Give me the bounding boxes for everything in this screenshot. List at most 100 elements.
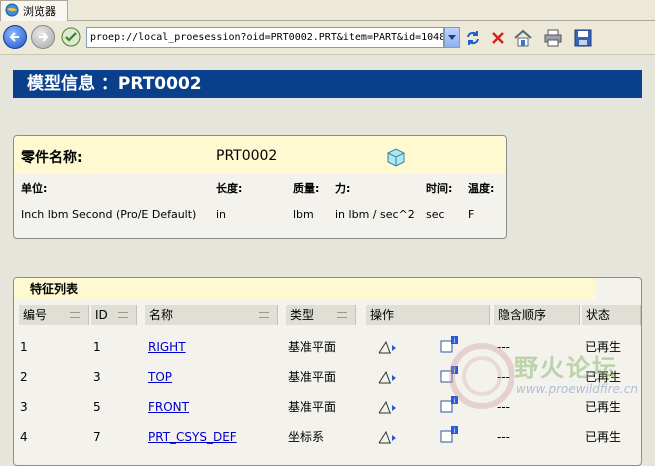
table-row: 1 1 RIGHT 基准平面 i --- 已再生 bbox=[14, 332, 641, 362]
edit-feature-icon[interactable] bbox=[378, 340, 398, 357]
table-row: 2 3 TOP 基准平面 i --- 已再生 bbox=[14, 362, 641, 392]
info-feature-icon[interactable]: i bbox=[440, 366, 460, 387]
arrow-left-icon bbox=[9, 32, 19, 42]
address-input[interactable]: proep://local_proesession?oid=PRT0002.PR… bbox=[86, 27, 444, 48]
row-order: --- bbox=[497, 340, 510, 354]
feature-link-prt-csys-def[interactable]: PRT_CSYS_DEF bbox=[148, 422, 237, 452]
row-status: 已再生 bbox=[585, 340, 622, 354]
row-type: 基准平面 bbox=[288, 370, 337, 384]
force-value: in lbm / sec^2 bbox=[335, 208, 415, 221]
edit-feature-icon[interactable] bbox=[378, 430, 398, 447]
force-header: 力: bbox=[335, 182, 351, 195]
reload-icon bbox=[467, 31, 479, 45]
row-order: --- bbox=[497, 430, 510, 444]
col-header-id[interactable]: ID bbox=[91, 305, 137, 325]
sort-handle-icon bbox=[70, 312, 80, 318]
stop-button[interactable] bbox=[487, 27, 509, 49]
svg-text:i: i bbox=[454, 427, 456, 435]
col-header-number-label: 编号 bbox=[23, 308, 48, 322]
unit-value: Inch lbm Second (Pro/E Default) bbox=[21, 208, 197, 221]
row-status: 已再生 bbox=[585, 430, 622, 444]
home-button[interactable] bbox=[512, 27, 534, 49]
printer-icon bbox=[544, 29, 562, 47]
length-header: 长度: bbox=[216, 182, 243, 195]
row-type: 坐标系 bbox=[288, 430, 325, 444]
part-cube-icon[interactable] bbox=[386, 147, 406, 170]
mass-header: 质量: bbox=[293, 182, 320, 195]
feature-list-title: 特征列表 bbox=[14, 278, 596, 300]
svg-text:i: i bbox=[454, 397, 456, 405]
arrow-right-icon bbox=[39, 32, 49, 42]
close-icon bbox=[492, 32, 504, 44]
col-header-name[interactable]: 名称 bbox=[145, 305, 278, 325]
browser-tab[interactable]: 浏览器 bbox=[0, 0, 68, 21]
feature-link-right[interactable]: RIGHT bbox=[148, 332, 186, 362]
part-info-panel: 零件名称: PRT0002 单位: 长度: 质量: 力: 时间: 温度: Inc… bbox=[13, 135, 507, 239]
col-header-suppress-order-label: 隐含顺序 bbox=[498, 308, 547, 322]
floppy-disk-icon bbox=[574, 29, 592, 47]
row-id: 1 bbox=[93, 340, 101, 354]
page-title: 模型信息 ：PRT0002 bbox=[13, 70, 642, 98]
part-header: 零件名称: PRT0002 bbox=[14, 136, 506, 174]
part-name-label: 零件名称: bbox=[21, 150, 83, 166]
part-name-value: PRT0002 bbox=[216, 148, 278, 164]
edit-feature-icon[interactable] bbox=[378, 370, 398, 387]
time-header: 时间: bbox=[426, 182, 453, 195]
row-number: 3 bbox=[20, 400, 28, 414]
length-value: in bbox=[216, 208, 227, 221]
feature-link-front[interactable]: FRONT bbox=[148, 392, 189, 422]
reload-button[interactable] bbox=[462, 27, 484, 49]
col-header-type[interactable]: 类型 bbox=[286, 305, 356, 325]
browser-toolbar: proep://local_proesession?oid=PRT0002.PR… bbox=[0, 21, 655, 55]
address-dropdown-button[interactable] bbox=[444, 27, 460, 48]
row-type: 基准平面 bbox=[288, 400, 337, 414]
browser-tab-bar: 浏览器 bbox=[0, 0, 655, 21]
col-header-ops[interactable]: 操作 bbox=[366, 305, 490, 325]
info-feature-icon[interactable]: i bbox=[440, 396, 460, 417]
row-id: 5 bbox=[93, 400, 101, 414]
svg-text:i: i bbox=[454, 337, 456, 345]
back-button[interactable] bbox=[3, 25, 27, 49]
table-row: 3 5 FRONT 基准平面 i --- 已再生 bbox=[14, 392, 641, 422]
col-header-name-label: 名称 bbox=[149, 308, 174, 322]
svg-text:i: i bbox=[454, 367, 456, 375]
col-header-ops-label: 操作 bbox=[370, 308, 395, 322]
save-button[interactable] bbox=[572, 27, 594, 49]
info-feature-icon[interactable]: i bbox=[440, 426, 460, 447]
go-home-button[interactable] bbox=[60, 26, 82, 48]
col-header-type-label: 类型 bbox=[290, 308, 315, 322]
browser-globe-icon bbox=[5, 3, 19, 20]
page-content: 模型信息 ：PRT0002 零件名称: PRT0002 单位: 长度: 质量: … bbox=[0, 56, 655, 466]
row-number: 1 bbox=[20, 340, 28, 354]
chevron-down-icon bbox=[448, 34, 456, 40]
col-header-suppress-order[interactable]: 隐含顺序 bbox=[494, 305, 580, 325]
print-button[interactable] bbox=[542, 27, 564, 49]
sort-handle-icon bbox=[118, 312, 128, 318]
row-number: 2 bbox=[20, 370, 28, 384]
refresh-check-icon bbox=[61, 27, 81, 47]
col-header-number[interactable]: 编号 bbox=[19, 305, 89, 325]
table-row: 4 7 PRT_CSYS_DEF 坐标系 i --- 已再生 bbox=[14, 422, 641, 452]
row-type: 基准平面 bbox=[288, 340, 337, 354]
row-id: 3 bbox=[93, 370, 101, 384]
edit-feature-icon[interactable] bbox=[378, 400, 398, 417]
feature-list-panel: 特征列表 编号 ID 名称 类型 操作 隐含顺序 状态 1 1 RIGHT 基准… bbox=[13, 277, 642, 466]
home-icon bbox=[514, 29, 532, 47]
info-feature-icon[interactable]: i bbox=[440, 336, 460, 357]
mass-value: lbm bbox=[293, 208, 314, 221]
forward-button[interactable] bbox=[31, 25, 55, 49]
row-order: --- bbox=[497, 370, 510, 384]
browser-tab-label: 浏览器 bbox=[23, 5, 56, 18]
row-number: 4 bbox=[20, 430, 28, 444]
row-status: 已再生 bbox=[585, 400, 622, 414]
col-header-status-label: 状态 bbox=[586, 308, 611, 322]
row-status: 已再生 bbox=[585, 370, 622, 384]
col-header-status[interactable]: 状态 bbox=[582, 305, 641, 325]
sort-handle-icon bbox=[259, 312, 269, 318]
unit-header: 单位: bbox=[21, 182, 48, 195]
time-value: sec bbox=[426, 208, 445, 221]
temperature-value: F bbox=[468, 208, 475, 221]
temperature-header: 温度: bbox=[468, 182, 495, 195]
row-order: --- bbox=[497, 400, 510, 414]
feature-link-top[interactable]: TOP bbox=[148, 362, 172, 392]
